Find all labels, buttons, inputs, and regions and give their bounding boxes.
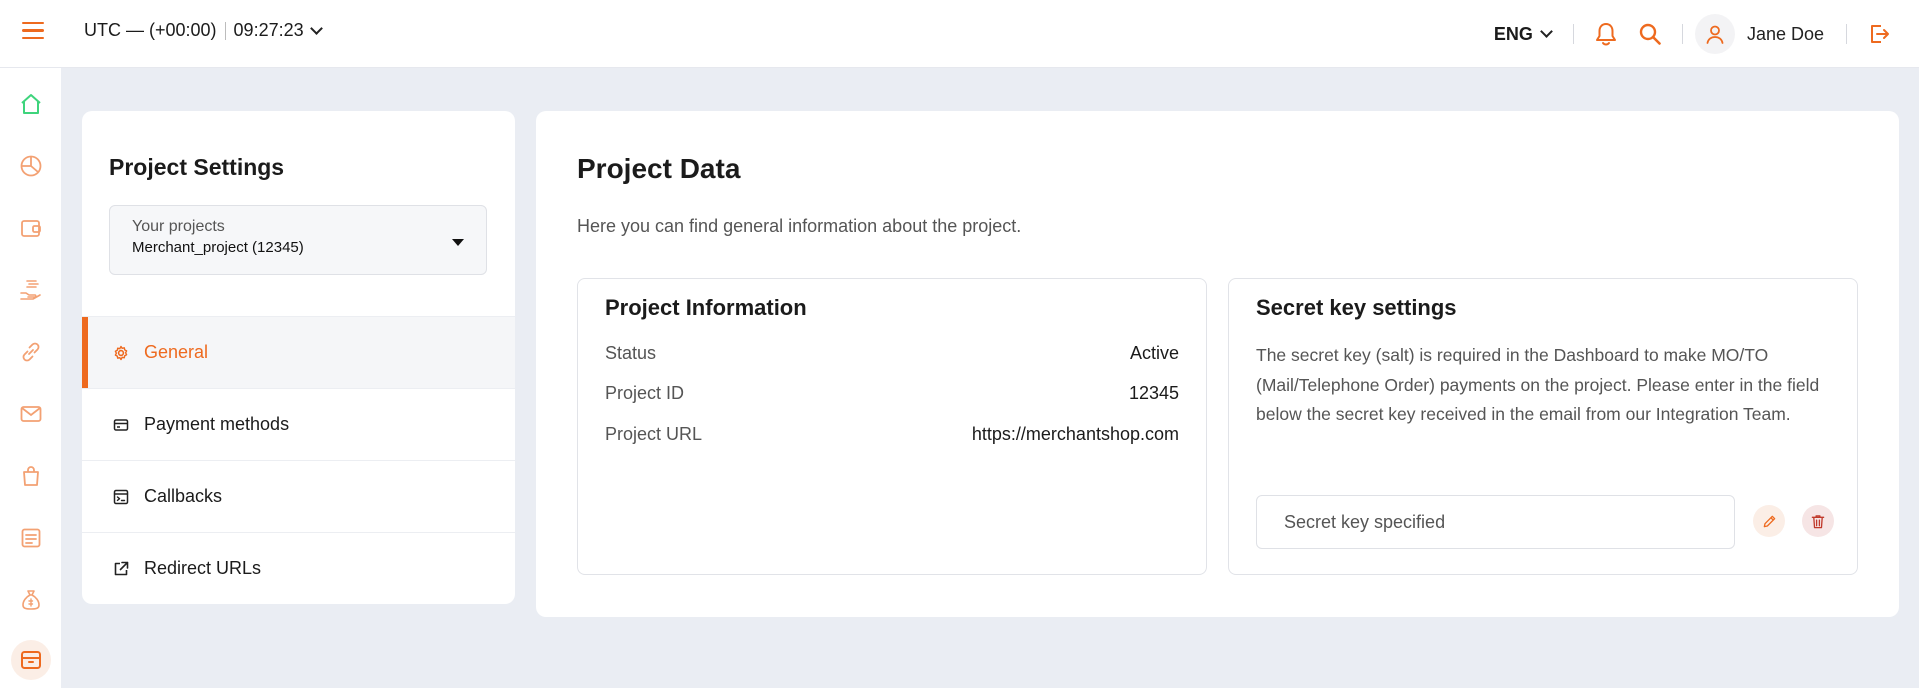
project-select-value: Merchant_project (12345) <box>132 239 304 256</box>
avatar <box>1694 14 1735 54</box>
mail-icon[interactable] <box>11 394 51 434</box>
time-dropdown[interactable]: 09:27:23 <box>233 20 323 41</box>
menu-item-callbacks[interactable]: Callbacks <box>82 460 515 532</box>
card-title: Secret key settings <box>1256 295 1457 320</box>
user-icon <box>1706 25 1724 44</box>
pencil-icon <box>1763 515 1775 527</box>
user-name: Jane Doe <box>1746 23 1824 44</box>
user-menu[interactable]: Jane Doe <box>1694 14 1824 54</box>
nav-rail <box>0 68 61 688</box>
secret-key-card: Secret key settings The secret key (salt… <box>1228 278 1858 575</box>
project-information-card: Project Information Status Active Projec… <box>577 278 1207 575</box>
terminal-icon <box>112 488 130 506</box>
gear-icon <box>112 344 130 362</box>
info-row-project-id: Project ID 12345 <box>605 383 1179 404</box>
menu-icon[interactable] <box>22 22 46 42</box>
card-title: Project Information <box>605 295 807 320</box>
timezone-display: UTC — (+00:00) 09:27:23 <box>84 20 323 41</box>
info-value: Active <box>1129 343 1179 363</box>
home-icon[interactable] <box>11 84 51 124</box>
secret-key-input[interactable] <box>1256 495 1735 549</box>
divider <box>1681 24 1683 44</box>
top-bar: UTC — (+00:00) 09:27:23 ENG Jane Doe <box>0 0 1919 68</box>
divider <box>1846 24 1847 44</box>
menu-item-label: General <box>144 342 209 362</box>
divider <box>1572 24 1574 44</box>
card-icon <box>112 416 130 434</box>
project-data-panel: Project Data Here you can find general i… <box>536 111 1899 617</box>
info-value: 12345 <box>1128 383 1179 403</box>
menu-item-payment-methods[interactable]: Payment methods <box>82 388 515 460</box>
money-bag-icon[interactable] <box>11 580 51 620</box>
menu-item-redirect-urls[interactable]: Redirect URLs <box>82 532 515 604</box>
info-row-project-url: Project URL https://merchantshop.com <box>605 424 1179 445</box>
wallet-icon[interactable] <box>11 208 51 248</box>
chevron-down-icon <box>1540 25 1553 38</box>
timezone-label: UTC — (+00:00) <box>84 20 217 40</box>
divider <box>224 21 226 40</box>
trash-icon <box>1811 514 1825 528</box>
info-value[interactable]: https://merchantshop.com <box>972 424 1179 445</box>
project-select-label: Your projects <box>132 218 225 235</box>
info-key: Project URL <box>605 424 703 444</box>
logout-icon[interactable] <box>1867 22 1891 46</box>
edit-button[interactable] <box>1753 505 1785 537</box>
shopping-bag-icon[interactable] <box>11 456 51 496</box>
panel-title: Project Settings <box>109 154 285 180</box>
pie-chart-icon[interactable] <box>11 146 51 186</box>
external-link-icon <box>112 560 130 578</box>
language-selector[interactable]: ENG <box>1493 23 1553 45</box>
page-subtitle: Here you can find general information ab… <box>577 216 1022 236</box>
chevron-down-icon <box>309 21 323 35</box>
secret-key-description: The secret key (salt) is required in the… <box>1256 345 1820 424</box>
menu-item-label: Callbacks <box>144 486 223 506</box>
caret-down-icon <box>452 239 464 246</box>
search-icon[interactable] <box>1638 22 1662 46</box>
info-key: Project ID <box>605 383 685 403</box>
report-icon[interactable] <box>11 518 51 558</box>
project-settings-panel: Project Settings Your projects Merchant_… <box>82 111 515 604</box>
bell-icon[interactable] <box>1594 22 1618 46</box>
archive-box-icon[interactable] <box>11 640 51 680</box>
menu-item-general[interactable]: General <box>82 316 515 388</box>
link-icon[interactable] <box>11 332 51 372</box>
menu-item-label: Redirect URLs <box>144 558 262 578</box>
info-row-status: Status Active <box>605 343 1179 364</box>
time-value: 09:27:23 <box>233 20 304 40</box>
language-label: ENG <box>1493 23 1533 44</box>
page-title: Project Data <box>577 153 741 184</box>
project-select[interactable]: Your projects Merchant_project (12345) <box>109 205 487 275</box>
menu-item-label: Payment methods <box>144 414 290 434</box>
settings-menu: General Payment methods Callbacks Redire… <box>82 316 515 604</box>
delete-button[interactable] <box>1802 505 1834 537</box>
payout-hand-icon[interactable] <box>11 270 51 310</box>
info-key: Status <box>605 343 657 363</box>
